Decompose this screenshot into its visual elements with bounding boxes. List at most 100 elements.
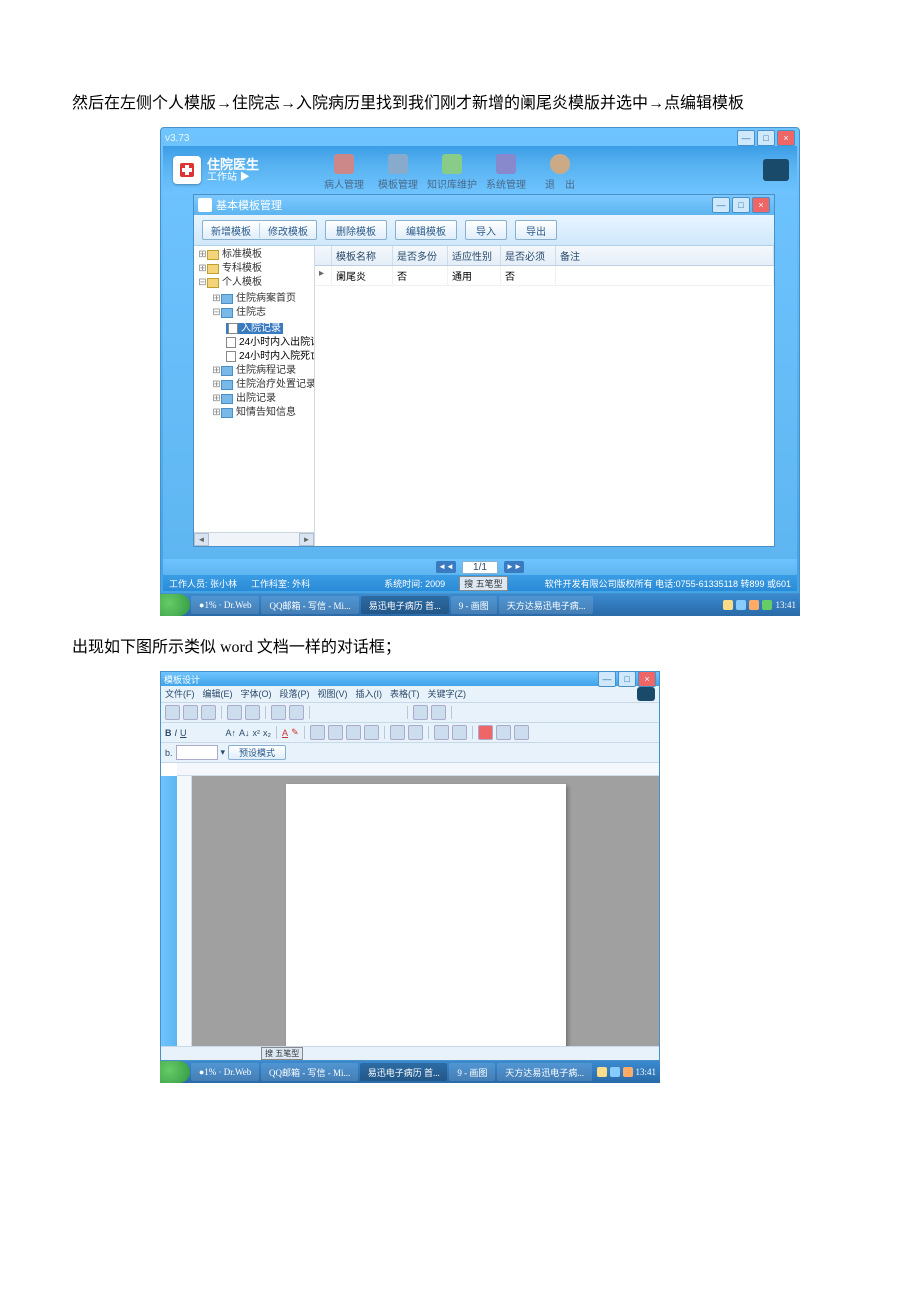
col-note[interactable]: 备注 [556, 246, 774, 265]
menu-view[interactable]: 视图(V) [318, 687, 348, 701]
tree-node-selected[interactable]: 入院记录 [226, 322, 314, 336]
cut-icon[interactable] [201, 705, 216, 720]
menu-insert[interactable]: 插入(I) [356, 687, 383, 701]
taskbar-item[interactable]: QQ邮箱 - 写信 - Mi... [261, 1063, 358, 1081]
menu-paragraph[interactable]: 段落(P) [280, 687, 310, 701]
save-icon[interactable] [165, 705, 180, 720]
menu-edit[interactable]: 编辑(E) [203, 687, 233, 701]
document-page[interactable] [286, 784, 566, 1046]
menu-file[interactable]: 文件(F) [165, 687, 195, 701]
taskbar-item[interactable]: ● 1% · Dr.Web [191, 1063, 259, 1081]
font-incr-icon[interactable]: A↑ [226, 728, 237, 738]
italic-icon[interactable]: I [175, 728, 178, 738]
align-left-icon[interactable] [310, 725, 325, 740]
page-last-button[interactable]: ►► [504, 561, 524, 573]
underline-icon[interactable]: U [180, 728, 187, 738]
editor-maximize-button[interactable]: □ [618, 671, 636, 687]
table-icon[interactable] [271, 705, 286, 720]
menu-keyword[interactable]: 关键字(Z) [428, 687, 467, 701]
close-button[interactable]: × [777, 130, 795, 146]
tray-icon[interactable] [723, 600, 733, 610]
page-first-button[interactable]: ◄◄ [436, 561, 456, 573]
split-icon[interactable] [475, 705, 490, 720]
editor-close-button[interactable]: × [638, 671, 656, 687]
list-bullet-icon[interactable] [390, 725, 405, 740]
toolbar-icon[interactable] [315, 705, 330, 720]
grid-icon[interactable] [289, 705, 304, 720]
nav-knowledge[interactable]: 知识库维护 [425, 154, 479, 194]
col-multi[interactable]: 是否多份 [393, 246, 448, 265]
tray-icon[interactable] [749, 600, 759, 610]
toolbar-icon[interactable] [478, 725, 493, 740]
nav-templates[interactable]: 模板管理 [371, 154, 425, 194]
border-icon[interactable] [431, 705, 446, 720]
undo-icon[interactable] [227, 705, 242, 720]
delete-template-button[interactable]: 删除模板 [325, 220, 387, 240]
highlight-icon[interactable]: ✎ [291, 727, 299, 738]
table-row[interactable]: ▸ 阑尾炎 否 通用 否 [315, 266, 774, 286]
subscript-icon[interactable]: x₂ [263, 728, 271, 738]
indent-decr-icon[interactable] [434, 725, 449, 740]
taskbar-item[interactable]: 天方达易迅电子病... [499, 596, 594, 614]
merge-icon[interactable] [457, 705, 472, 720]
editor-minimize-button[interactable]: — [598, 671, 616, 687]
editor-menubar[interactable]: 文件(F) 编辑(E) 字体(O) 段落(P) 视图(V) 插入(I) 表格(T… [161, 686, 659, 703]
template-grid[interactable]: 模板名称 是否多份 适应性别 是否必须 备注 ▸ 阑尾炎 否 通用 否 [315, 246, 774, 546]
template-tree[interactable]: ⊞标准模板 ⊞专科模板 ⊟个人模板 ⊞住院病案首页 ⊟住院志 入院记录 24小时… [194, 246, 315, 546]
taskbar-item[interactable]: 9 - 画图 [451, 596, 497, 614]
editor-sidebar[interactable] [161, 776, 177, 1046]
superscript-icon[interactable]: x² [253, 728, 261, 738]
menu-table[interactable]: 表格(T) [390, 687, 420, 701]
toolbar-icon[interactable] [514, 725, 529, 740]
tree-scrollbar[interactable]: ◄► [194, 532, 314, 546]
col-required[interactable]: 是否必须 [501, 246, 556, 265]
maximize-button[interactable]: □ [757, 130, 775, 146]
toolbar-icon[interactable] [493, 705, 508, 720]
font-color-icon[interactable]: A [282, 728, 288, 738]
edit-template-button[interactable]: 编辑模板 [395, 220, 457, 240]
image-icon[interactable] [496, 725, 511, 740]
toolbar-icon[interactable] [369, 705, 384, 720]
ime-indicator[interactable]: 搜 五笔型 [459, 576, 508, 591]
preset-button[interactable]: 预设模式 [228, 745, 286, 760]
toolbar-icon[interactable] [387, 705, 402, 720]
minimize-button[interactable]: — [737, 130, 755, 146]
editor-canvas[interactable] [192, 776, 659, 1046]
panel-close-button[interactable]: × [752, 197, 770, 213]
taskbar-item[interactable]: 天方达易迅电子病... [497, 1063, 591, 1081]
taskbar-item[interactable]: 9 - 画图 [449, 1063, 495, 1081]
taskbar-item[interactable]: 易迅电子病历 首... [360, 1063, 448, 1081]
indent-incr-icon[interactable] [452, 725, 467, 740]
nav-patients[interactable]: 病人管理 [317, 154, 371, 194]
toolbar-icon[interactable] [351, 705, 366, 720]
toolbar-icon[interactable] [529, 705, 544, 720]
toolbar-icon[interactable] [511, 705, 526, 720]
export-button[interactable]: 导出 [515, 220, 557, 240]
col-name[interactable]: 模板名称 [332, 246, 393, 265]
toolbar-icon[interactable] [208, 725, 223, 740]
border-icon[interactable] [413, 705, 428, 720]
panel-minimize-button[interactable]: — [712, 197, 730, 213]
panel-maximize-button[interactable]: □ [732, 197, 750, 213]
nav-system[interactable]: 系统管理 [479, 154, 533, 194]
bold-icon[interactable]: B [165, 728, 172, 738]
font-decr-icon[interactable]: A↓ [239, 728, 250, 738]
align-right-icon[interactable] [346, 725, 361, 740]
strike-icon[interactable] [190, 725, 205, 740]
style-select[interactable] [176, 745, 218, 760]
start-button[interactable] [160, 1061, 190, 1083]
taskbar-item[interactable]: 易迅电子病历 首... [361, 596, 449, 614]
list-number-icon[interactable] [408, 725, 423, 740]
vertical-ruler[interactable] [177, 776, 192, 1046]
horizontal-ruler[interactable] [177, 763, 659, 776]
tray-icon[interactable] [597, 1067, 607, 1077]
taskbar-item[interactable]: ● 1% · Dr.Web [191, 596, 259, 614]
taskbar-item[interactable]: QQ邮箱 - 写信 - Mi... [261, 596, 358, 614]
import-button[interactable]: 导入 [465, 220, 507, 240]
align-justify-icon[interactable] [364, 725, 379, 740]
nav-exit[interactable]: 退 出 [533, 154, 587, 194]
tray-icon[interactable] [610, 1067, 620, 1077]
ime-indicator[interactable]: 搜 五笔型 [261, 1047, 303, 1060]
tray-icon[interactable] [762, 600, 772, 610]
print-icon[interactable] [183, 705, 198, 720]
